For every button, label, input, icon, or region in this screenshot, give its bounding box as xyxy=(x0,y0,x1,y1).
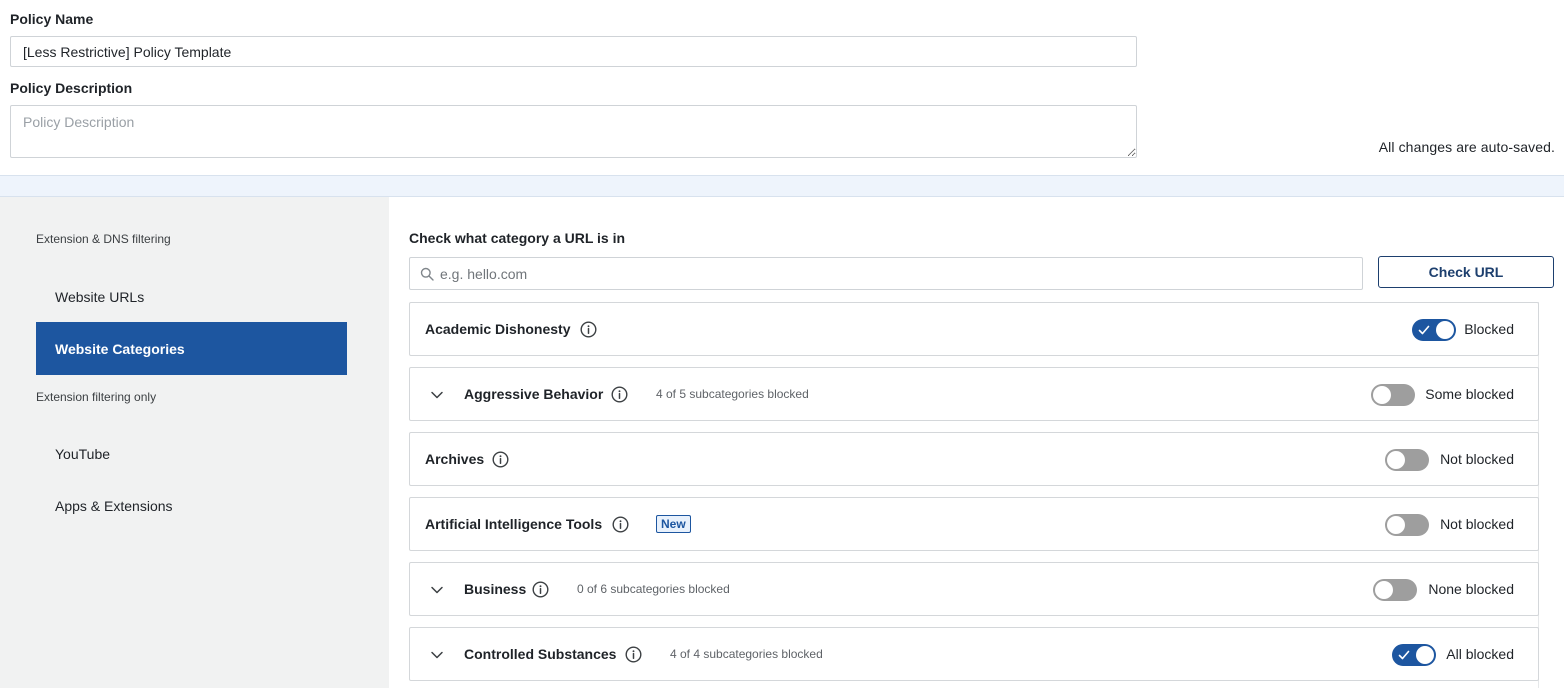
policy-name-label: Policy Name xyxy=(10,11,94,27)
chevron-down-icon[interactable] xyxy=(430,388,444,402)
category-row-business[interactable]: Business 0 of 6 subcategories blocked No… xyxy=(409,562,1539,616)
category-name: Academic Dishonesty xyxy=(425,321,571,337)
category-row-academic-dishonesty: Academic Dishonesty Blocked xyxy=(409,302,1539,356)
info-icon[interactable] xyxy=(492,451,509,468)
url-check-input[interactable] xyxy=(440,258,1350,289)
category-name: Business xyxy=(464,581,527,597)
info-icon[interactable] xyxy=(611,386,628,403)
autosave-status: All changes are auto-saved. xyxy=(1378,139,1555,155)
category-status: Not blocked xyxy=(1440,516,1514,532)
sidebar: Extension & DNS filtering Website URLs W… xyxy=(0,197,389,688)
category-toggle[interactable] xyxy=(1373,579,1417,601)
category-name: Archives xyxy=(425,451,485,467)
sidebar-item-website-urls[interactable]: Website URLs xyxy=(36,270,347,323)
info-icon[interactable] xyxy=(532,581,549,598)
check-icon xyxy=(1418,325,1430,335)
category-toggle[interactable] xyxy=(1385,449,1429,471)
sidebar-section-extension: Extension filtering only xyxy=(36,390,157,404)
subcategory-count: 0 of 6 subcategories blocked xyxy=(577,582,730,596)
scrollbar[interactable] xyxy=(1538,302,1554,688)
url-check-field xyxy=(409,257,1363,290)
subcategory-count: 4 of 4 subcategories blocked xyxy=(670,647,823,661)
sidebar-item-label: YouTube xyxy=(55,445,111,462)
category-status: Not blocked xyxy=(1440,451,1514,467)
category-name: Aggressive Behavior xyxy=(464,386,604,402)
policy-name-input[interactable] xyxy=(10,36,1137,67)
category-status: Blocked xyxy=(1464,321,1514,337)
sidebar-section-dns: Extension & DNS filtering xyxy=(36,232,171,246)
sidebar-item-label: Apps & Extensions xyxy=(55,497,173,514)
policy-description-input[interactable] xyxy=(10,105,1137,158)
category-status: All blocked xyxy=(1446,646,1514,662)
policy-details: Policy Name Policy Description All chang… xyxy=(0,0,1564,175)
category-row-artificial-intelligence-tools: Artificial Intelligence Tools New Not bl… xyxy=(409,497,1539,551)
category-name: Artificial Intelligence Tools xyxy=(425,516,603,532)
toggle-knob xyxy=(1387,516,1405,534)
info-icon[interactable] xyxy=(580,321,597,338)
category-row-aggressive-behavior[interactable]: Aggressive Behavior 4 of 5 subcategories… xyxy=(409,367,1539,421)
url-check-label: Check what category a URL is in xyxy=(409,230,626,246)
toggle-knob xyxy=(1436,321,1454,339)
policy-description-label: Policy Description xyxy=(10,80,133,96)
section-divider-band xyxy=(0,175,1564,197)
check-url-button[interactable]: Check URL xyxy=(1378,256,1554,288)
category-toggle[interactable] xyxy=(1412,319,1456,341)
category-row-archives: Archives Not blocked xyxy=(409,432,1539,486)
category-toggle[interactable] xyxy=(1371,384,1415,406)
sidebar-item-label: Website Categories xyxy=(55,340,185,357)
toggle-knob xyxy=(1387,451,1405,469)
toggle-knob xyxy=(1373,386,1391,404)
sidebar-item-label: Website URLs xyxy=(55,288,145,305)
sidebar-item-youtube[interactable]: YouTube xyxy=(36,427,347,480)
category-toggle[interactable] xyxy=(1385,514,1429,536)
search-icon xyxy=(420,267,434,281)
chevron-down-icon[interactable] xyxy=(430,648,444,662)
info-icon[interactable] xyxy=(625,646,642,663)
sidebar-item-apps-extensions[interactable]: Apps & Extensions xyxy=(36,479,347,532)
category-name: Controlled Substances xyxy=(464,646,617,662)
new-badge: New xyxy=(656,515,691,533)
subcategory-count: 4 of 5 subcategories blocked xyxy=(656,387,809,401)
category-row-controlled-substances[interactable]: Controlled Substances 4 of 4 subcategori… xyxy=(409,627,1539,681)
chevron-down-icon[interactable] xyxy=(430,583,444,597)
info-icon[interactable] xyxy=(612,516,629,533)
category-status: Some blocked xyxy=(1425,386,1514,402)
check-icon xyxy=(1398,650,1410,660)
toggle-knob xyxy=(1375,581,1393,599)
category-toggle[interactable] xyxy=(1392,644,1436,666)
sidebar-item-website-categories[interactable]: Website Categories xyxy=(36,322,347,375)
category-status: None blocked xyxy=(1428,581,1514,597)
main-panel: Check what category a URL is in Check UR… xyxy=(389,197,1564,688)
toggle-knob xyxy=(1416,646,1434,664)
